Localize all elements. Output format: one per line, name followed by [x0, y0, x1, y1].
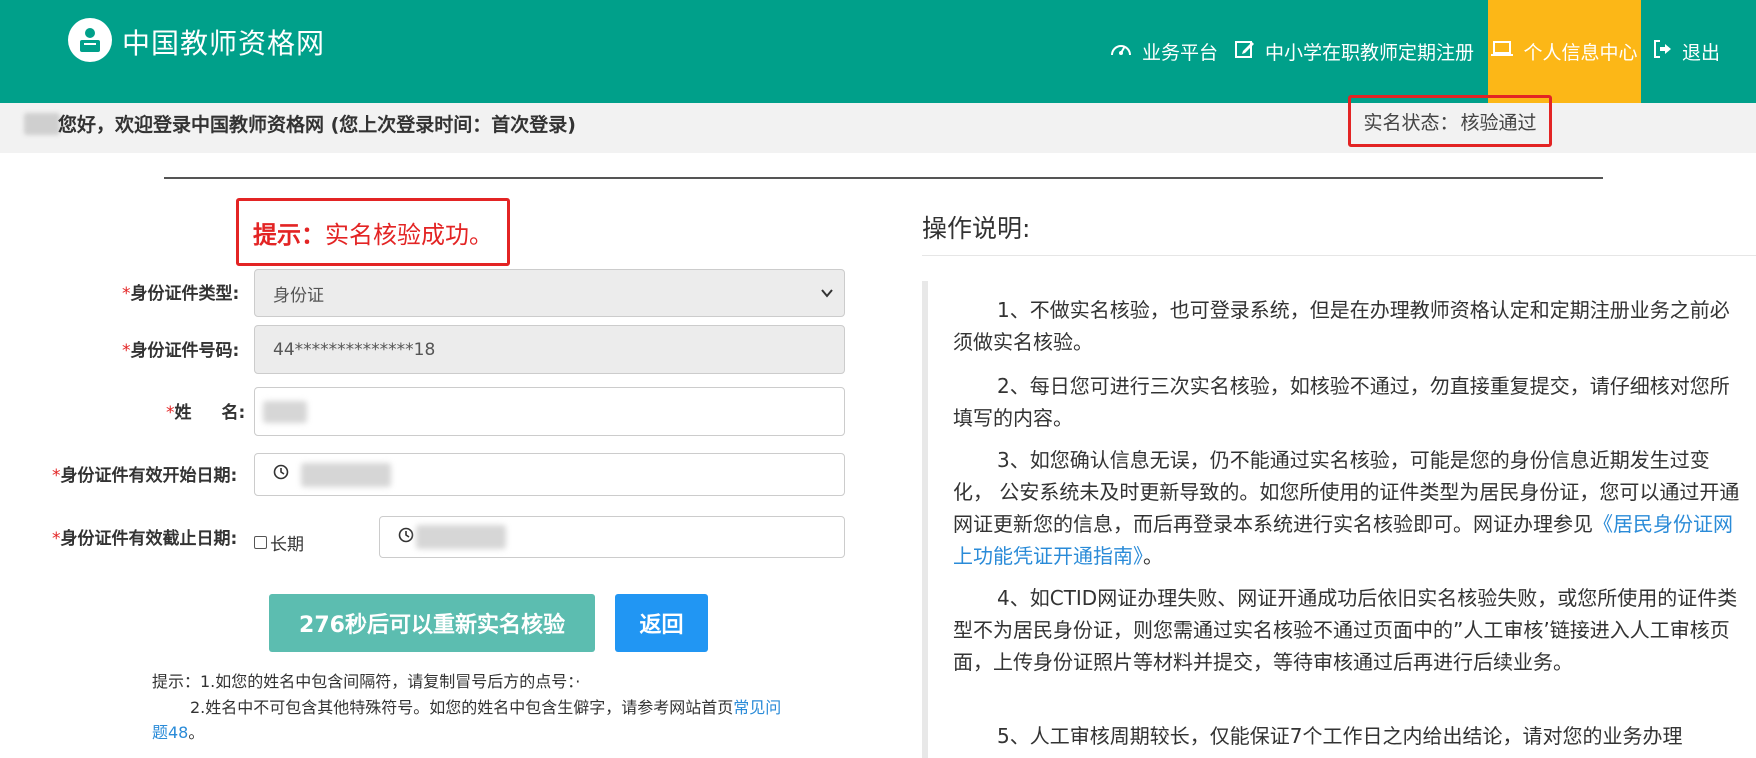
instructions-title: 操作说明:	[922, 214, 1031, 243]
valid-end-date-blurred	[416, 525, 506, 549]
nav-periodic-registration[interactable]: 中小学在职教师定期注册	[1235, 0, 1485, 103]
name-label: *姓 名:	[166, 403, 246, 423]
instruction-item-1: 1、不做实名核验，也可登录系统，但是在办理教师资格认定和定期注册业务之前必须做实…	[953, 298, 1730, 354]
clock-icon	[398, 527, 414, 548]
long-term-checkbox-box[interactable]	[254, 536, 267, 549]
nav-personal-center[interactable]: 个人信息中心	[1488, 0, 1641, 103]
real-name-status: 实名状态： 核验通过	[1348, 95, 1552, 147]
welcome-message: 您好，欢迎登录中国教师资格网 (您上次登录时间：首次登录)	[58, 114, 576, 136]
id-number-label: *身份证件号码:	[122, 341, 240, 361]
hint-line-3: 题48。	[152, 723, 205, 742]
retry-verification-button[interactable]: 276秒后可以重新实名核验	[269, 594, 595, 652]
section-divider	[164, 177, 1603, 179]
site-title[interactable]: 中国教师资格网	[122, 22, 325, 62]
instructions-scroll-track	[922, 281, 928, 758]
hint-line-1: 提示：1.如您的姓名中包含间隔符，请复制冒号后方的点号：·	[152, 672, 581, 691]
name-field[interactable]	[254, 387, 845, 436]
laptop-icon	[1491, 40, 1514, 63]
user-name-blurred	[24, 113, 60, 135]
tip-message: 实名核验成功。	[325, 220, 493, 249]
valid-start-date-blurred	[301, 462, 391, 487]
instruction-item-5: 5、人工审核周期较长，仅能保证7个工作日之内给出结论，请对您的业务办理	[997, 724, 1683, 748]
valid-start-date-label: *身份证件有效开始日期:	[52, 466, 238, 486]
tip-label: 提示：	[253, 220, 325, 249]
faq-link[interactable]: 常见问	[733, 698, 781, 717]
valid-start-date-field[interactable]	[254, 453, 845, 496]
real-name-status-value: 核验通过	[1460, 111, 1537, 134]
instruction-item-2: 2、每日您可进行三次实名核验，如核验不通过，勿直接重复提交，请仔细核对您所填写的…	[953, 374, 1730, 430]
nav-business-platform-label: 业务平台	[1142, 42, 1219, 64]
chevron-down-icon	[820, 285, 834, 305]
valid-end-date-label: *身份证件有效截止日期:	[52, 529, 238, 549]
back-button[interactable]: 返回	[615, 594, 708, 652]
top-header: 中国教师资格网 业务平台 中小学在职教师定期注册 个人信息中心 退出	[0, 0, 1756, 103]
valid-end-date-field[interactable]	[379, 516, 845, 558]
edit-icon	[1235, 39, 1255, 64]
faq-link-cont[interactable]: 题48	[152, 723, 188, 742]
verification-tip: 提示： 实名核验成功。	[236, 198, 510, 266]
teacher-logo-icon[interactable]	[68, 18, 112, 62]
id-type-value: 身份证	[273, 285, 324, 306]
sign-out-icon	[1652, 39, 1672, 64]
name-value-blurred	[263, 400, 307, 423]
nav-logout-label: 退出	[1682, 42, 1721, 64]
long-term-label: 长期	[270, 535, 304, 555]
instructions-divider	[922, 255, 1756, 256]
real-name-status-label: 实名状态：	[1363, 111, 1459, 134]
instruction-item-4: 4、如CTID网证办理失败、网证开通成功后依旧实名核验失败，或您所使用的证件类型…	[953, 586, 1738, 674]
id-number-field[interactable]: 44**************18	[254, 325, 845, 374]
nav-logout[interactable]: 退出	[1652, 0, 1742, 103]
nav-personal-center-label: 个人信息中心	[1523, 42, 1638, 64]
dashboard-gauge-icon	[1110, 39, 1132, 64]
nav-business-platform[interactable]: 业务平台	[1110, 0, 1228, 103]
id-type-select[interactable]: 身份证	[254, 269, 845, 317]
id-number-value: 44**************18	[273, 339, 436, 360]
id-type-label: *身份证件类型:	[122, 284, 240, 304]
nav-periodic-registration-label: 中小学在职教师定期注册	[1265, 42, 1475, 64]
long-term-checkbox[interactable]: 长期	[254, 530, 304, 555]
hint-line-2: 2.姓名中不可包含其他特殊符号。如您的姓名中包含生僻字，请参考网站首页常见问	[190, 698, 782, 717]
clock-icon	[273, 464, 289, 485]
instruction-item-3: 3、如您确认信息无误，仍不能通过实名核验，可能是您的身份信息近期发生过变化， 公…	[953, 448, 1740, 568]
